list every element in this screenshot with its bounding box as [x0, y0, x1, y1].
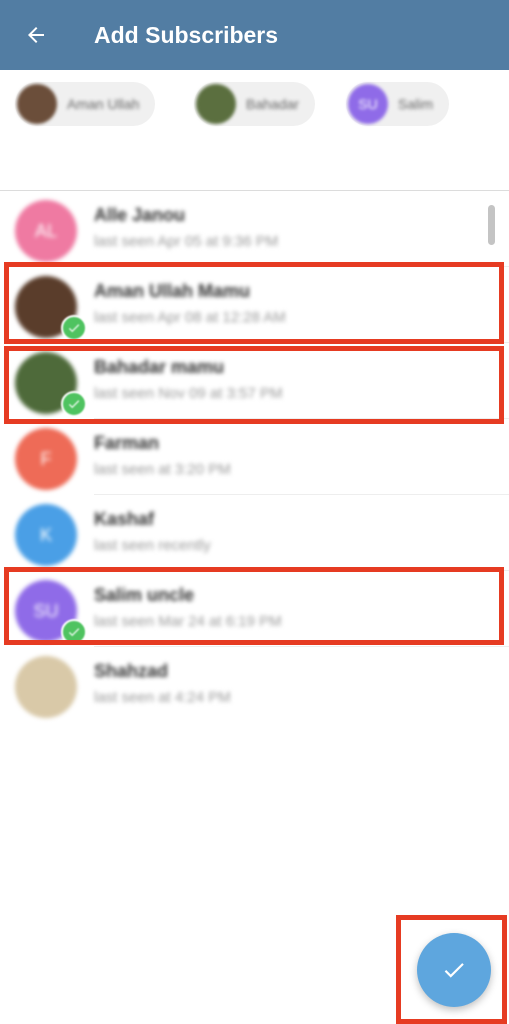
list-item[interactable]: Shahzad last seen at 4:24 PM [0, 647, 509, 723]
chip-label: Aman Ullah [67, 96, 140, 112]
contact-status: last seen at 4:24 PM [94, 689, 231, 706]
selected-chip[interactable]: SU Salim [346, 82, 450, 126]
contact-status: last seen recently [94, 537, 211, 554]
arrow-left-icon [28, 27, 44, 43]
highlight-box [4, 567, 504, 645]
selected-chip[interactable]: Aman Ullah [15, 82, 156, 126]
chip-label: Bahadar [246, 96, 299, 112]
avatar [17, 84, 57, 124]
avatar-initials: SU [358, 96, 378, 112]
contact-name: Farman [94, 433, 160, 453]
chip-label: Salim [398, 96, 434, 112]
list-item[interactable]: F Farman last seen at 3:20 PM [0, 419, 509, 495]
avatar-initials: K [39, 524, 52, 545]
avatar: F [15, 428, 77, 490]
contact-name: Kashaf [94, 509, 155, 529]
checkmark-icon [444, 963, 464, 978]
avatar: AL [15, 200, 77, 262]
contact-status: last seen Apr 05 at 9:36 PM [94, 233, 279, 250]
avatar [196, 84, 236, 124]
avatar: K [15, 504, 77, 566]
app-bar: Add Subscribers [0, 0, 509, 70]
avatar: SU [348, 84, 388, 124]
list-item[interactable]: AL Alle Janou last seen Apr 05 at 9:36 P… [0, 191, 509, 267]
list-item[interactable]: K Kashaf last seen recently [0, 495, 509, 571]
scrollbar[interactable] [488, 205, 495, 245]
highlight-box [4, 262, 504, 344]
page-title: Add Subscribers [94, 21, 279, 48]
selected-chips-bar: Aman Ullah Bahadar SU Salim [0, 70, 509, 191]
contact-status: last seen at 3:20 PM [94, 461, 231, 478]
selected-chip[interactable]: Bahadar [194, 82, 315, 126]
contact-name: Alle Janou [94, 205, 186, 225]
avatar-initials: AL [34, 220, 58, 241]
avatar-initials: F [40, 448, 52, 469]
avatar [15, 656, 77, 718]
contact-name: Shahzad [94, 661, 169, 681]
confirm-button[interactable] [417, 933, 491, 1007]
back-button[interactable] [0, 0, 72, 70]
highlight-box [4, 346, 504, 424]
